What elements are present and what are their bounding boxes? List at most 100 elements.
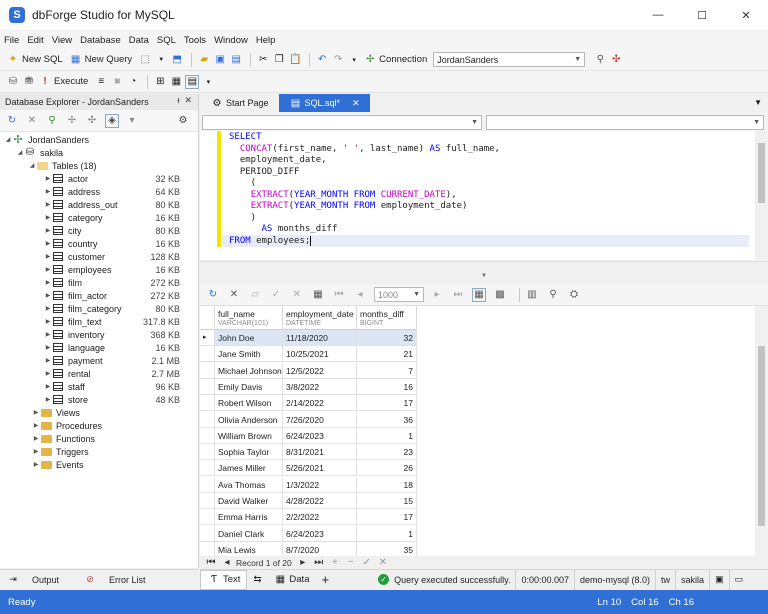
tree-folder-item[interactable]: ▶ Functions: [0, 432, 198, 445]
expand-toggle-icon[interactable]: ▶: [44, 175, 52, 182]
grid-cell[interactable]: 16: [357, 378, 417, 395]
filter-icon[interactable]: ◈: [105, 113, 119, 128]
execute-current-icon[interactable]: ≡: [94, 75, 108, 89]
grid-cell[interactable]: 1: [357, 525, 417, 542]
menu-view[interactable]: View: [52, 35, 72, 46]
prev-record-icon[interactable]: ◂: [220, 556, 234, 570]
editor-grid-splitter[interactable]: ▼: [200, 273, 768, 283]
toggle-icon[interactable]: ▤: [185, 74, 200, 89]
grid-cell[interactable]: 11/18/2020: [283, 330, 357, 346]
menu-data[interactable]: Data: [129, 35, 149, 46]
tree-tables-folder[interactable]: ◢ Tables (18): [0, 159, 198, 172]
menu-help[interactable]: Help: [256, 35, 276, 46]
grid-cell[interactable]: 21: [357, 346, 417, 363]
add-view-button[interactable]: +: [315, 570, 335, 590]
refresh-icon[interactable]: ↻: [5, 114, 19, 128]
open-folder-icon[interactable]: ▰: [197, 53, 211, 67]
row-header[interactable]: [200, 493, 215, 509]
output-tab[interactable]: ⇥ Output: [6, 573, 71, 587]
expand-toggle-icon[interactable]: ▶: [44, 214, 52, 221]
cancel-record-icon[interactable]: ✕: [376, 556, 390, 570]
grid-cell[interactable]: 12/5/2022: [283, 362, 357, 379]
grid-cell[interactable]: David Walker: [215, 493, 283, 509]
column-header-full-name[interactable]: full_name VARCHAR(101): [215, 306, 283, 330]
expand-toggle-icon[interactable]: ▶: [44, 253, 52, 260]
sql-editor[interactable]: SELECT CONCAT(first_name, ' ', last_name…: [200, 131, 768, 260]
editor-horizontal-scrollbar[interactable]: [200, 261, 768, 273]
swap-view-icon[interactable]: ⇆: [247, 570, 267, 590]
last-page-icon[interactable]: ⏭: [451, 288, 465, 302]
editor-vertical-scrollbar[interactable]: [755, 131, 768, 260]
close-panel-icon[interactable]: ✕: [184, 95, 192, 105]
new-sql-button[interactable]: ✦ New SQL: [6, 53, 63, 67]
page-size-select[interactable]: 1000 ▼: [374, 287, 424, 302]
undo-icon[interactable]: ↶: [315, 53, 329, 67]
copy-icon[interactable]: ❐: [272, 53, 286, 67]
expand-toggle-icon[interactable]: ▶: [44, 266, 52, 273]
grid-cell[interactable]: 18: [357, 476, 417, 493]
confirm-record-icon[interactable]: ✓: [360, 556, 374, 570]
grid-cell[interactable]: 10/25/2021: [283, 346, 357, 363]
tree-table-item[interactable]: ▶ actor 32 KB: [0, 172, 198, 185]
first-record-icon[interactable]: ⏮: [204, 556, 218, 570]
tree-table-item[interactable]: ▶ city 80 KB: [0, 224, 198, 237]
grid-view-icon[interactable]: ▦: [472, 287, 486, 302]
minimize-button[interactable]: —: [636, 0, 680, 30]
next-page-icon[interactable]: ▸: [430, 288, 444, 302]
error-list-tab[interactable]: ⊘ Error List: [83, 573, 158, 587]
grid-cell[interactable]: 6/24/2023: [283, 427, 357, 444]
maximize-button[interactable]: ☐: [680, 0, 724, 30]
row-header[interactable]: [200, 378, 215, 395]
grid-cell[interactable]: 1: [357, 427, 417, 444]
expand-toggle-icon[interactable]: ▶: [32, 435, 40, 442]
tree-table-item[interactable]: ▶ inventory 368 KB: [0, 328, 198, 341]
menu-file[interactable]: File: [4, 35, 19, 46]
row-header[interactable]: [200, 395, 215, 412]
prev-page-icon[interactable]: ◂: [353, 288, 367, 302]
expand-toggle-icon[interactable]: ▶: [32, 422, 40, 429]
close-button[interactable]: ✕: [724, 0, 768, 30]
connection-select[interactable]: JordanSanders ▼: [433, 52, 586, 67]
new-dropdown-icon[interactable]: ⬚: [138, 53, 152, 67]
tree-database[interactable]: ◢ ⛁ sakila: [0, 146, 198, 159]
filter-options-icon[interactable]: ▾: [125, 114, 139, 128]
expand-toggle-icon[interactable]: ▶: [44, 370, 52, 377]
expand-toggle-icon[interactable]: ◢: [16, 149, 24, 156]
tree-table-item[interactable]: ▶ rental 2.7 MB: [0, 367, 198, 380]
tree-table-item[interactable]: ▶ language 16 KB: [0, 341, 198, 354]
cut-icon[interactable]: ✂: [256, 53, 270, 67]
grid-cell[interactable]: 17: [357, 509, 417, 526]
grid-cell[interactable]: 26: [357, 460, 417, 477]
redo-icon[interactable]: ↷: [331, 53, 345, 67]
grid-cell[interactable]: 6/24/2023: [283, 525, 357, 542]
expand-toggle-icon[interactable]: ◢: [28, 162, 36, 169]
tree-folder-item[interactable]: ▶ Triggers: [0, 445, 198, 458]
tree-table-item[interactable]: ▶ film_text 317.8 KB: [0, 315, 198, 328]
column-header-months-diff[interactable]: months_diff BIGINT: [357, 306, 417, 330]
grid-cell[interactable]: Robert Wilson: [215, 395, 283, 412]
grid-cell[interactable]: 8/31/2021: [283, 444, 357, 461]
grid-cell[interactable]: Sophia Taylor: [215, 444, 283, 461]
menu-edit[interactable]: Edit: [27, 35, 43, 46]
menu-database[interactable]: Database: [80, 35, 121, 46]
refresh-icon[interactable]: ↻: [206, 288, 220, 302]
grid-cell[interactable]: 23: [357, 444, 417, 461]
format-icon[interactable]: ⊞: [153, 75, 167, 89]
open-file-icon[interactable]: ⬒: [170, 53, 184, 67]
row-header[interactable]: [200, 476, 215, 493]
disconnect-icon[interactable]: ✣: [609, 53, 623, 67]
database-edit-icon[interactable]: ⛃: [22, 75, 36, 89]
pin-icon[interactable]: ᵼ: [177, 95, 179, 105]
tree-table-item[interactable]: ▶ employees 16 KB: [0, 263, 198, 276]
new-connection-icon[interactable]: ⚲: [45, 114, 59, 128]
row-header[interactable]: [200, 346, 215, 363]
save-icon[interactable]: ▣: [213, 53, 227, 67]
delete-record-icon[interactable]: −: [344, 556, 358, 570]
menu-window[interactable]: Window: [214, 35, 248, 46]
expand-toggle-icon[interactable]: ▶: [44, 357, 52, 364]
menu-tools[interactable]: Tools: [184, 35, 206, 46]
database-icon[interactable]: ⛁: [6, 75, 20, 89]
text-view-tab[interactable]: Ƭ Text: [200, 569, 248, 590]
data-view-tab[interactable]: ▦ Data: [267, 570, 315, 590]
add-record-icon[interactable]: +: [328, 556, 342, 570]
